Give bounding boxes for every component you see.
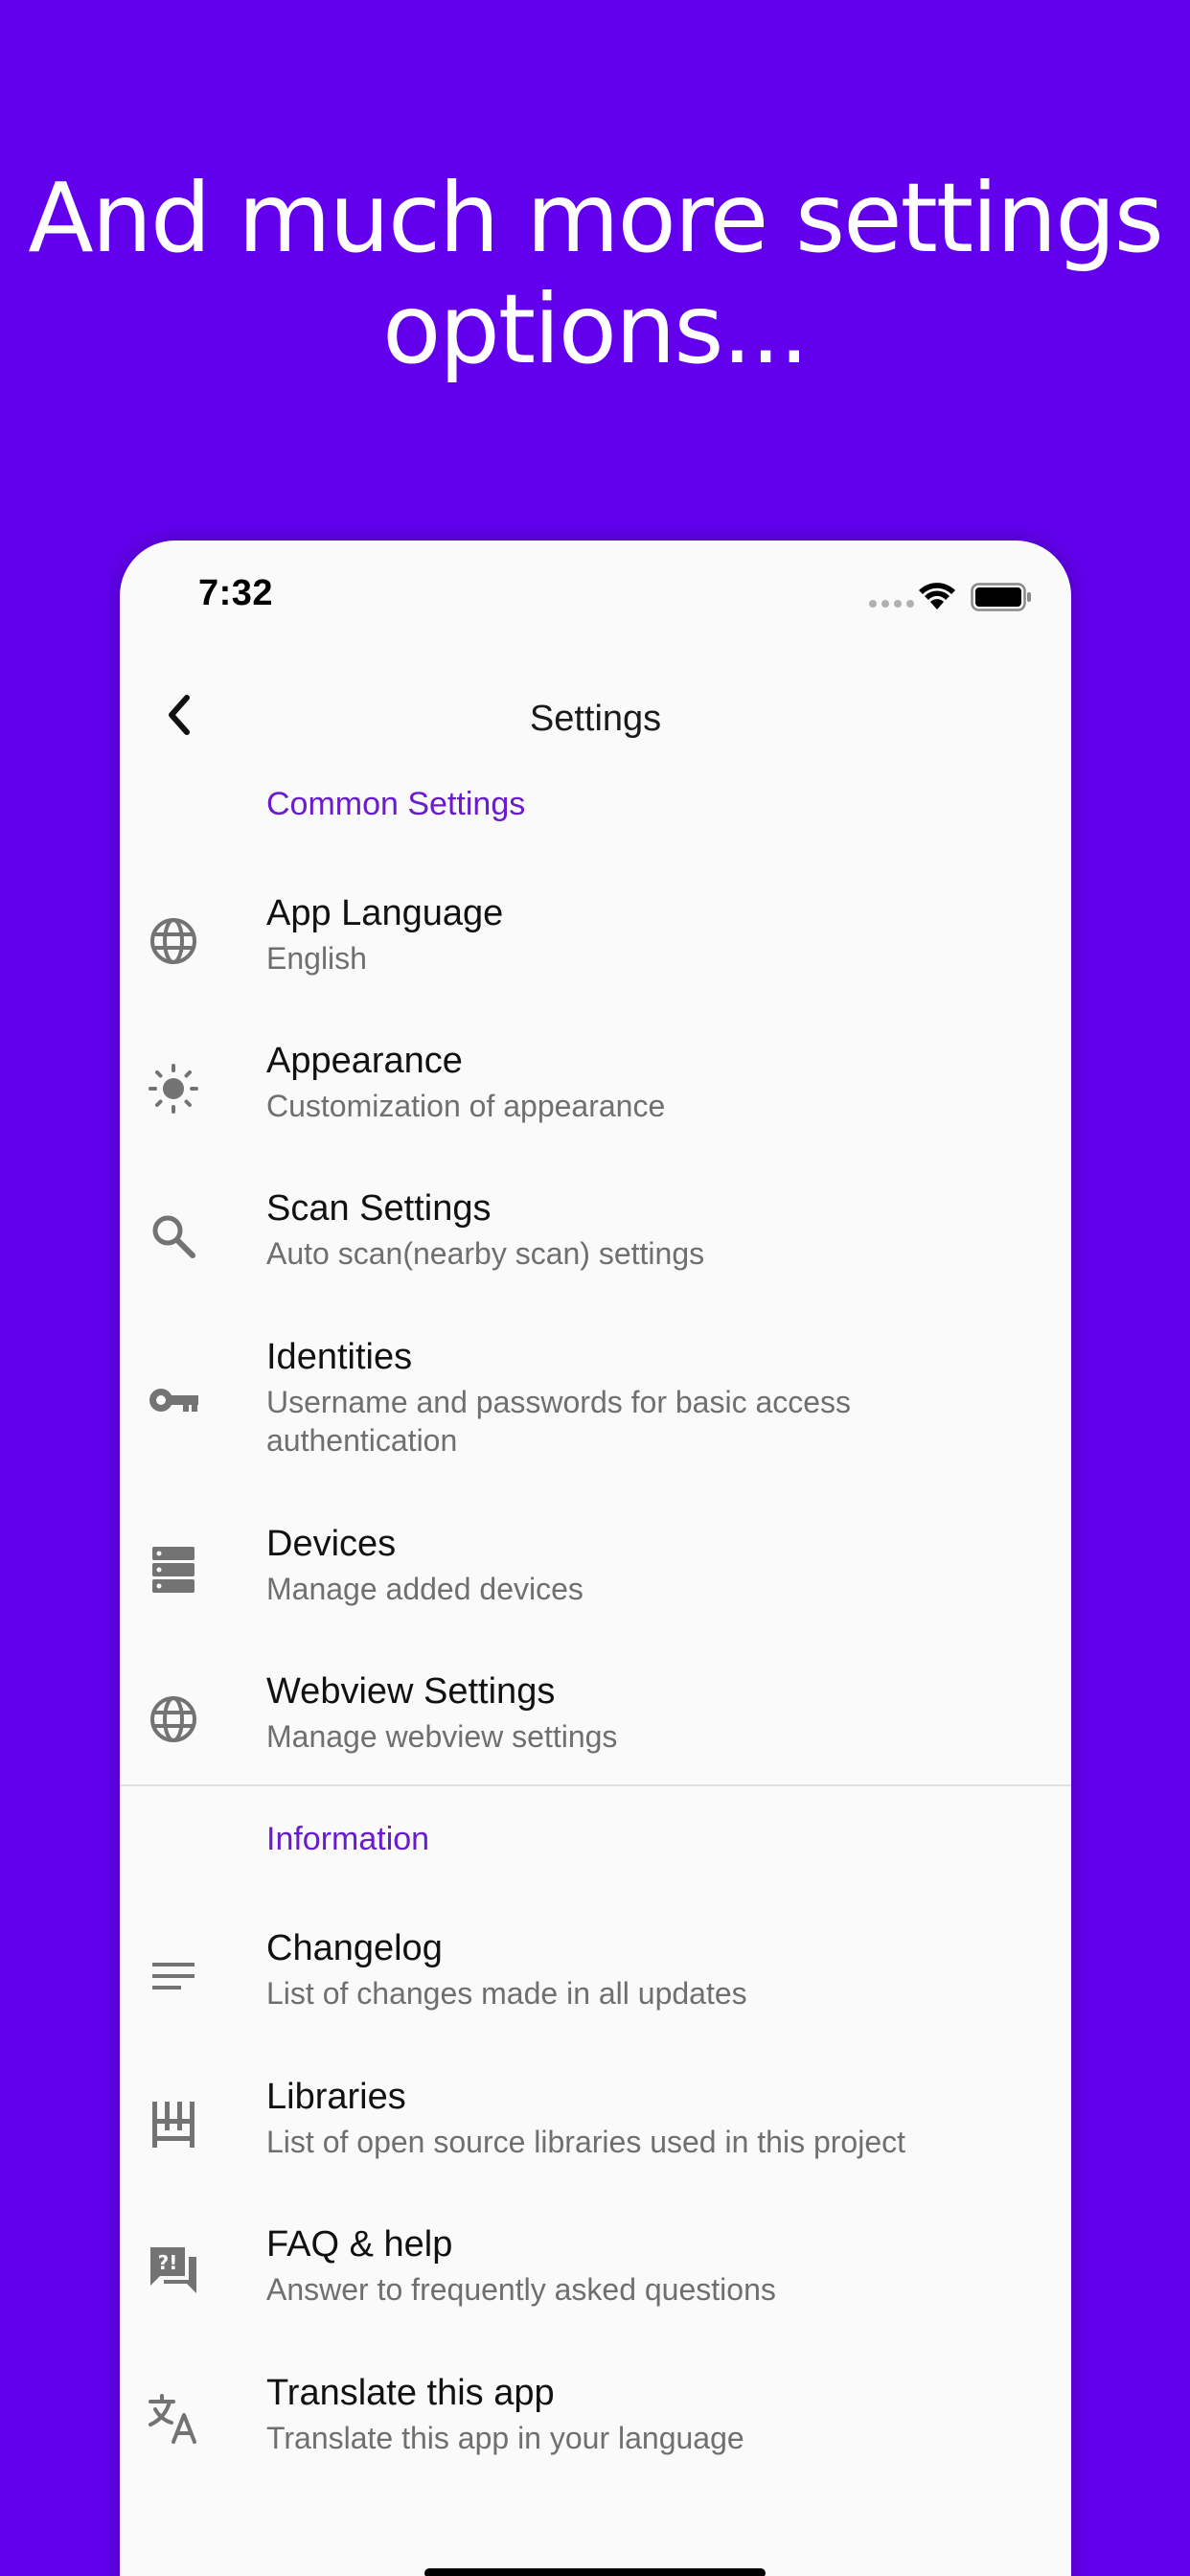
svg-text:?!: ?!: [158, 2251, 178, 2274]
library-icon: [152, 2102, 195, 2148]
key-icon: [149, 1389, 198, 1412]
settings-item-title: Identities: [266, 1337, 413, 1377]
settings-item-subtitle: Translate this app in your language: [266, 2421, 744, 2455]
app-bar: Settings: [120, 656, 1071, 780]
settings-item-title: Webview Settings: [266, 1671, 556, 1712]
settings-item-subtitle: Username and passwords for basic access …: [266, 1385, 852, 1458]
chevron-left-icon[interactable]: [158, 690, 200, 740]
home-indicator: [424, 2568, 766, 2576]
settings-item-title: Scan Settings: [266, 1188, 492, 1229]
faq-icon: ?!: [150, 2247, 196, 2293]
translate-icon: [149, 2394, 196, 2444]
settings-item-subtitle: Manage added devices: [266, 1572, 584, 1606]
section-header-common-settings: Common Settings: [266, 786, 526, 822]
section-divider: [120, 1784, 1071, 1786]
settings-item-title: Libraries: [266, 2077, 406, 2117]
status-bar: 7:32: [120, 540, 1071, 656]
battery-icon: [971, 583, 1031, 611]
promo-headline-line-1: And much more settings: [28, 162, 1164, 274]
settings-item-title: FAQ & help: [266, 2224, 453, 2265]
settings-item-title: Appearance: [266, 1041, 463, 1081]
phone-screen: 7:32 Settings Common Settings App Langua…: [120, 540, 1071, 2576]
settings-item-subtitle: Auto scan(nearby scan) settings: [266, 1236, 705, 1271]
settings-item-subtitle: Manage webview settings: [266, 1719, 618, 1754]
signal-icon: [869, 600, 914, 608]
section-header-information: Information: [266, 1821, 430, 1857]
sun-icon: [149, 1064, 198, 1114]
promo-headline: And much more settings options...: [0, 163, 1190, 385]
notes-icon: [152, 1963, 195, 1990]
server-icon: [152, 1547, 195, 1593]
settings-item-title: App Language: [266, 893, 504, 933]
status-time: 7:32: [198, 573, 274, 613]
globe-icon: [150, 918, 196, 964]
page-title: Settings: [529, 699, 662, 739]
globe-icon: [150, 1696, 196, 1742]
settings-item-subtitle: List of changes made in all updates: [266, 1976, 747, 2011]
wifi-icon: [919, 583, 955, 610]
settings-item-subtitle: Answer to frequently asked questions: [266, 2272, 776, 2307]
promo-headline-line-2: options...: [382, 273, 810, 385]
settings-item-title: Changelog: [266, 1928, 443, 1968]
settings-item-subtitle: List of open source libraries used in th…: [266, 2125, 906, 2159]
search-icon: [152, 1215, 195, 1258]
settings-item-title: Devices: [266, 1524, 397, 1564]
settings-item-subtitle: Customization of appearance: [266, 1089, 666, 1123]
settings-item-title: Translate this app: [266, 2373, 555, 2413]
settings-item-subtitle: English: [266, 941, 367, 976]
